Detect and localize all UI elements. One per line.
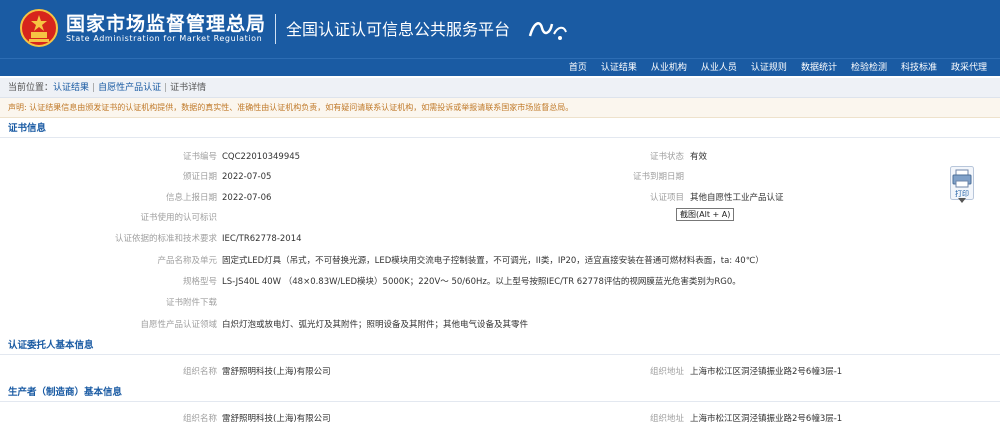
producer-addr-label: 组织地址 bbox=[649, 414, 684, 424]
report-date-value: 2022-07-06 bbox=[222, 193, 272, 203]
cert-no-label: 证书编号 bbox=[182, 152, 217, 162]
row-spec: 规格型号 LS-JS40L 40W （48×0.83W/LED模块）5000K；… bbox=[0, 272, 1000, 292]
expiry-date-label: 证书到期日期 bbox=[632, 172, 684, 182]
disclaimer-notice: 声明: 认证结果信息由颁发证书的认证机构提供，数据的真实性、准确性由认证机构负责… bbox=[0, 98, 1000, 118]
producer-org-value: 雷舒照明科技(上海)有限公司 bbox=[222, 414, 331, 424]
breadcrumb-voluntary-cert[interactable]: 自愿性产品认证 bbox=[98, 83, 161, 93]
cert-project-value: 其他自愿性工业产品认证 bbox=[690, 193, 784, 203]
site-header: 国家市场监督管理总局 State Administration for Mark… bbox=[0, 0, 1000, 58]
row-standard: 认证依据的标准和技术要求 IEC/TR62778-2014 bbox=[0, 229, 1000, 249]
print-button[interactable]: 打印 bbox=[950, 166, 974, 200]
breadcrumb-cert-results[interactable]: 认证结果 bbox=[53, 83, 89, 93]
spec-value: LS-JS40L 40W （48×0.83W/LED模块）5000K；220V～… bbox=[222, 277, 741, 287]
standard-label: 认证依据的标准和技术要求 bbox=[114, 234, 217, 244]
row-cert-no: 证书编号 CQC22010349945 证书状态 有效 bbox=[0, 147, 1000, 167]
row-attachment: 证书附件下载 bbox=[0, 293, 1000, 313]
main-nav: 首页 认证结果 从业机构 从业人员 认证规则 数据统计 检验检测 科技标准 政采… bbox=[0, 58, 1000, 76]
producer-addr-value: 上海市松江区洞泾镇振业路2号6幢3层-1 bbox=[690, 414, 843, 424]
cert-no-value: CQC22010349945 bbox=[222, 152, 301, 162]
platform-title: 全国认证认可信息公共服务平台 bbox=[286, 20, 511, 39]
client-addr-label: 组织地址 bbox=[649, 367, 684, 377]
breadcrumb: 当前位置：认证结果 | 自愿性产品认证 | 证书详情 bbox=[0, 78, 1000, 98]
client-org-value: 雷舒照明科技(上海)有限公司 bbox=[222, 367, 331, 377]
row-report-date: 信息上报日期 2022-07-06 认证项目 其他自愿性工业产品认证 bbox=[0, 188, 1000, 208]
product-value: 固定式LED灯具（吊式，不可替换光源，LED模块用交流电子控制装置，不可调光，I… bbox=[222, 256, 764, 266]
cert-domain-value: 白炽灯泡或放电灯、弧光灯及其附件；照明设备及其附件；其他电气设备及其零件 bbox=[222, 320, 529, 330]
platform-logo-icon bbox=[528, 22, 567, 40]
scroll-down-icon[interactable] bbox=[955, 196, 969, 205]
row-producer-org: 组织名称 雷舒照明科技(上海)有限公司 组织地址 上海市松江区洞泾镇振业路2号6… bbox=[0, 409, 1000, 429]
cert-domain-label: 自愿性产品认证领域 bbox=[140, 320, 217, 330]
header-divider bbox=[275, 14, 276, 44]
breadcrumb-separator: | bbox=[164, 83, 168, 93]
row-client-org: 组织名称 雷舒照明科技(上海)有限公司 组织地址 上海市松江区洞泾镇振业路2号6… bbox=[0, 362, 1000, 382]
nav-home[interactable]: 首页 bbox=[562, 59, 594, 77]
standard-value: IEC/TR62778-2014 bbox=[222, 234, 302, 244]
national-emblem-icon bbox=[20, 9, 58, 47]
brand-name-cn: 国家市场监督管理总局 bbox=[66, 13, 267, 35]
brand-name-en: State Administration for Market Regulati… bbox=[66, 34, 263, 43]
cert-project-label: 认证项目 bbox=[649, 193, 684, 203]
section-title-producer: 生产者（制造商）基本信息 bbox=[0, 384, 1000, 402]
accreditation-mark-label: 证书使用的认可标识 bbox=[140, 213, 217, 223]
row-product: 产品名称及单元 固定式LED灯具（吊式，不可替换光源，LED模块用交流电子控制装… bbox=[0, 251, 1000, 271]
product-label: 产品名称及单元 bbox=[157, 256, 217, 266]
nav-inspection[interactable]: 检验检测 bbox=[844, 59, 894, 77]
spec-label: 规格型号 bbox=[182, 277, 217, 287]
section-title-cert-info: 证书信息 bbox=[0, 120, 1000, 138]
section-title-client: 认证委托人基本信息 bbox=[0, 337, 1000, 355]
attachment-label: 证书附件下载 bbox=[165, 298, 217, 308]
issue-date-label: 颁证日期 bbox=[182, 172, 217, 182]
nav-standards[interactable]: 科技标准 bbox=[894, 59, 944, 77]
nav-personnel[interactable]: 从业人员 bbox=[694, 59, 744, 77]
nav-cert-results[interactable]: 认证结果 bbox=[594, 59, 644, 77]
printer-icon: 打印 bbox=[950, 166, 974, 200]
row-cert-domain: 自愿性产品认证领域 白炽灯泡或放电灯、弧光灯及其附件；照明设备及其附件；其他电气… bbox=[0, 315, 1000, 335]
report-date-label: 信息上报日期 bbox=[165, 193, 217, 203]
row-accreditation-mark: 证书使用的认可标识 bbox=[0, 208, 1000, 228]
producer-org-label: 组织名称 bbox=[182, 414, 217, 424]
nav-institutions[interactable]: 从业机构 bbox=[644, 59, 694, 77]
screenshot-tooltip: 截图(Alt + A) bbox=[676, 208, 735, 221]
nav-cert-rules[interactable]: 认证规则 bbox=[744, 59, 794, 77]
issue-date-value: 2022-07-05 bbox=[222, 172, 272, 182]
cert-status-label: 证书状态 bbox=[649, 152, 684, 162]
breadcrumb-prefix: 当前位置： bbox=[8, 83, 54, 93]
row-issue-date: 颁证日期 2022-07-05 证书到期日期 bbox=[0, 167, 1000, 187]
client-org-label: 组织名称 bbox=[182, 367, 217, 377]
cert-status-value: 有效 bbox=[690, 152, 708, 162]
breadcrumb-current: 证书详情 bbox=[170, 83, 207, 93]
client-addr-value: 上海市松江区洞泾镇振业路2号6幢3层-1 bbox=[690, 367, 843, 377]
nav-procurement[interactable]: 政采代理 bbox=[944, 59, 994, 77]
nav-statistics[interactable]: 数据统计 bbox=[794, 59, 844, 77]
breadcrumb-separator: | bbox=[92, 83, 96, 93]
